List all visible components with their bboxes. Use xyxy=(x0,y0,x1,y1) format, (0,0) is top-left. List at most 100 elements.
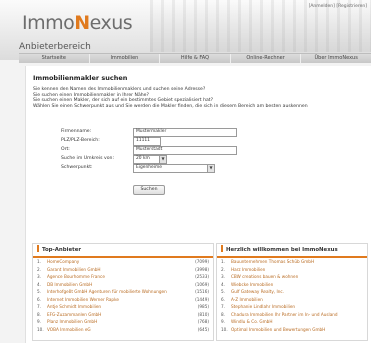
ort-row: Ort: Musterstadt xyxy=(61,146,261,155)
plz-label: PLZ/PLZ-Bereich: xyxy=(61,138,100,143)
list-item[interactable]: 6. Internet Immobilien Werner Rapke (1449) xyxy=(33,296,213,303)
main-content: Immobilienmakler suchen Sie kennen den N… xyxy=(25,66,371,343)
top-anbieter-list: 1. HomeCompany (7099) 2. Garant Immobilien … xyxy=(33,259,213,335)
item-count: (7099) xyxy=(195,259,209,264)
item-number: 5. xyxy=(37,289,41,294)
item-link[interactable]: Chadura Immobilien Ihr Partner im In- un… xyxy=(231,312,338,317)
intro-text: Sie kennen den Namen des Immobilienmakle… xyxy=(33,87,363,109)
ort-label: Ort: xyxy=(61,147,70,152)
list-item[interactable]: 9. Planz Immobilien GmbH (768) xyxy=(33,319,213,325)
item-number: 10. xyxy=(221,326,228,332)
list-item[interactable]: 9. Windlu & Co. GmbH xyxy=(217,319,367,325)
list-item[interactable]: 2. Harz Immobilien xyxy=(217,266,367,273)
item-link[interactable]: Interhofgeßt GmbH Agenturen für mobilier… xyxy=(47,289,167,294)
list-item[interactable]: 5. Gulf Gateway Realty, Inc. xyxy=(217,289,367,295)
area-subtitle: Anbieterbereich xyxy=(19,42,91,52)
item-link[interactable]: Agence Bourhomme France xyxy=(47,274,105,279)
item-link[interactable]: Wiebcke Immobilien xyxy=(231,282,273,287)
item-link[interactable]: DB Immobilien GmbH xyxy=(47,282,92,287)
logo[interactable]: ImmoNexus xyxy=(22,12,133,34)
list-item[interactable]: 1. HomeCompany (7099) xyxy=(33,259,213,265)
search-button[interactable]: Suchen xyxy=(133,185,165,195)
item-link[interactable]: Garant Immobilien GmbH xyxy=(47,267,101,272)
header: ImmoNexus Anbieterbereich [Anmelden] [Re… xyxy=(0,0,371,60)
item-number: 1. xyxy=(221,259,225,264)
search-form: Firmenname: Mustermakler PLZ/PLZ-Bereich… xyxy=(61,128,261,173)
item-number: 7. xyxy=(37,304,41,309)
list-item[interactable]: 3. Agence Bourhomme France (2533) xyxy=(33,274,213,280)
item-link[interactable]: Stephanie Lindlahr Immobilien xyxy=(231,304,295,309)
list-item[interactable]: 6. A-Z Immobilien xyxy=(217,297,367,303)
umkreis-select-value: 20 km xyxy=(136,156,150,161)
list-item[interactable]: 7. Antje Schmidt Immobilien (985) xyxy=(33,304,213,310)
item-count: (1449) xyxy=(195,296,209,302)
item-link[interactable]: Internet Immobilien Werner Rapke xyxy=(47,297,119,302)
chevron-down-icon[interactable]: ▼ xyxy=(159,156,166,163)
nav-item-ueber[interactable]: Über ImmoNexus xyxy=(301,54,371,63)
item-link[interactable]: EFG-Zuzammanlen GmbH xyxy=(47,312,101,317)
item-link[interactable]: CBW creations bauen & wohnen xyxy=(231,274,298,279)
nav-item-online-rechner[interactable]: Online-Rechner xyxy=(231,54,302,63)
item-count: (1069) xyxy=(195,281,209,287)
umkreis-row: Suche im Umkreis von: 20 km ▼ xyxy=(61,155,261,164)
intro-line: Wählen Sie einen Schwerpunkt aus und Sie… xyxy=(33,103,308,109)
item-link[interactable]: VOBA Immobilien eG xyxy=(47,327,91,332)
title-accent-bar xyxy=(37,245,39,252)
item-link[interactable]: Harz Immobilien xyxy=(231,267,265,272)
list-item[interactable]: 1. Bauunternehmen Thomas Schüb GmbH xyxy=(217,259,367,265)
list-item[interactable]: 10. VOBA Immobilien eG (645) xyxy=(33,326,213,333)
willkommen-panel: Herzlich willkommen bei ImmoNexus 1. Bauu… xyxy=(216,243,368,341)
willkommen-list: 1. Bauunternehmen Thomas Schüb GmbH 2. Har… xyxy=(217,259,367,335)
top-anbieter-title: Top-Anbieter xyxy=(33,244,213,258)
item-link[interactable]: Gulf Gateway Realty, Inc. xyxy=(231,289,284,294)
item-link[interactable]: HomeCompany xyxy=(47,259,79,264)
login-register-links[interactable]: [Anmelden] [Registrieren] xyxy=(309,4,367,9)
item-number: 2. xyxy=(221,266,225,272)
item-number: 4. xyxy=(221,281,225,287)
list-item[interactable]: 7. Stephanie Lindlahr Immobilien xyxy=(217,304,367,310)
list-item[interactable]: 10. Optimal Immobilien und Bewertungen Gm… xyxy=(217,326,367,333)
willkommen-title-text: Herzlich willkommen bei ImmoNexus xyxy=(226,247,338,253)
toplinks-text[interactable]: [Anmelden] [Registrieren] xyxy=(309,4,367,9)
item-number: 5. xyxy=(221,289,225,294)
schwerpunkt-select[interactable]: Eigenheime ▼ xyxy=(133,164,215,173)
item-link[interactable]: A-Z Immobilien xyxy=(231,297,263,302)
logo-mark: N xyxy=(74,12,90,34)
item-link[interactable]: Windlu & Co. GmbH xyxy=(231,319,272,324)
top-anbieter-panel: Top-Anbieter 1. HomeCompany (7099) 2. Garan… xyxy=(32,243,214,341)
list-item[interactable]: 4. Wiebcke Immobilien xyxy=(217,281,367,288)
item-link[interactable]: Planz Immobilien GmbH xyxy=(47,319,97,324)
title-accent-bar xyxy=(221,245,223,252)
item-number: 8. xyxy=(221,311,225,317)
item-count: (3998) xyxy=(195,266,209,272)
item-count: (768) xyxy=(197,319,209,324)
item-number: 10. xyxy=(37,326,44,332)
list-item[interactable]: 2. Garant Immobilien GmbH (3998) xyxy=(33,266,213,273)
nav-item-immobilien[interactable]: Immobilien xyxy=(90,54,161,63)
list-item[interactable]: 8. Chadura Immobilien Ihr Partner im In- … xyxy=(217,311,367,318)
item-count: (810) xyxy=(197,311,209,317)
item-number: 7. xyxy=(221,304,225,309)
nav-item-hilfe-faq[interactable]: Hilfe & FAQ xyxy=(160,54,231,63)
list-item[interactable]: 3. CBW creations bauen & wohnen xyxy=(217,274,367,280)
firmenname-field[interactable]: Mustermakler xyxy=(133,128,237,137)
item-number: 6. xyxy=(37,296,41,302)
umkreis-select[interactable]: 20 km ▼ xyxy=(133,155,167,164)
item-number: 1. xyxy=(37,259,41,264)
list-item[interactable]: 8. EFG-Zuzammanlen GmbH (810) xyxy=(33,311,213,318)
plz-row: PLZ/PLZ-Bereich: 11111 xyxy=(61,137,261,146)
list-item[interactable]: 5. Interhofgeßt GmbH Agenturen für mobili… xyxy=(33,289,213,295)
logo-text-part1: Immo xyxy=(22,12,75,34)
ort-field[interactable]: Musterstadt xyxy=(133,146,237,155)
item-link[interactable]: Bauunternehmen Thomas Schüb GmbH xyxy=(231,259,314,264)
schwerpunkt-row: Schwerpunkt: Eigenheime ▼ xyxy=(61,164,261,173)
item-count: (2533) xyxy=(195,274,209,279)
item-number: 3. xyxy=(37,274,41,279)
item-count: (985) xyxy=(197,304,209,309)
chevron-down-icon[interactable]: ▼ xyxy=(207,165,214,172)
item-link[interactable]: Antje Schmidt Immobilien xyxy=(47,304,101,309)
nav-item-startseite[interactable]: Startseite xyxy=(19,54,90,63)
plz-field[interactable]: 11111 xyxy=(133,137,161,146)
list-item[interactable]: 4. DB Immobilien GmbH (1069) xyxy=(33,281,213,288)
item-link[interactable]: Optimal Immobilien und Bewertungen GmbH xyxy=(231,327,325,332)
